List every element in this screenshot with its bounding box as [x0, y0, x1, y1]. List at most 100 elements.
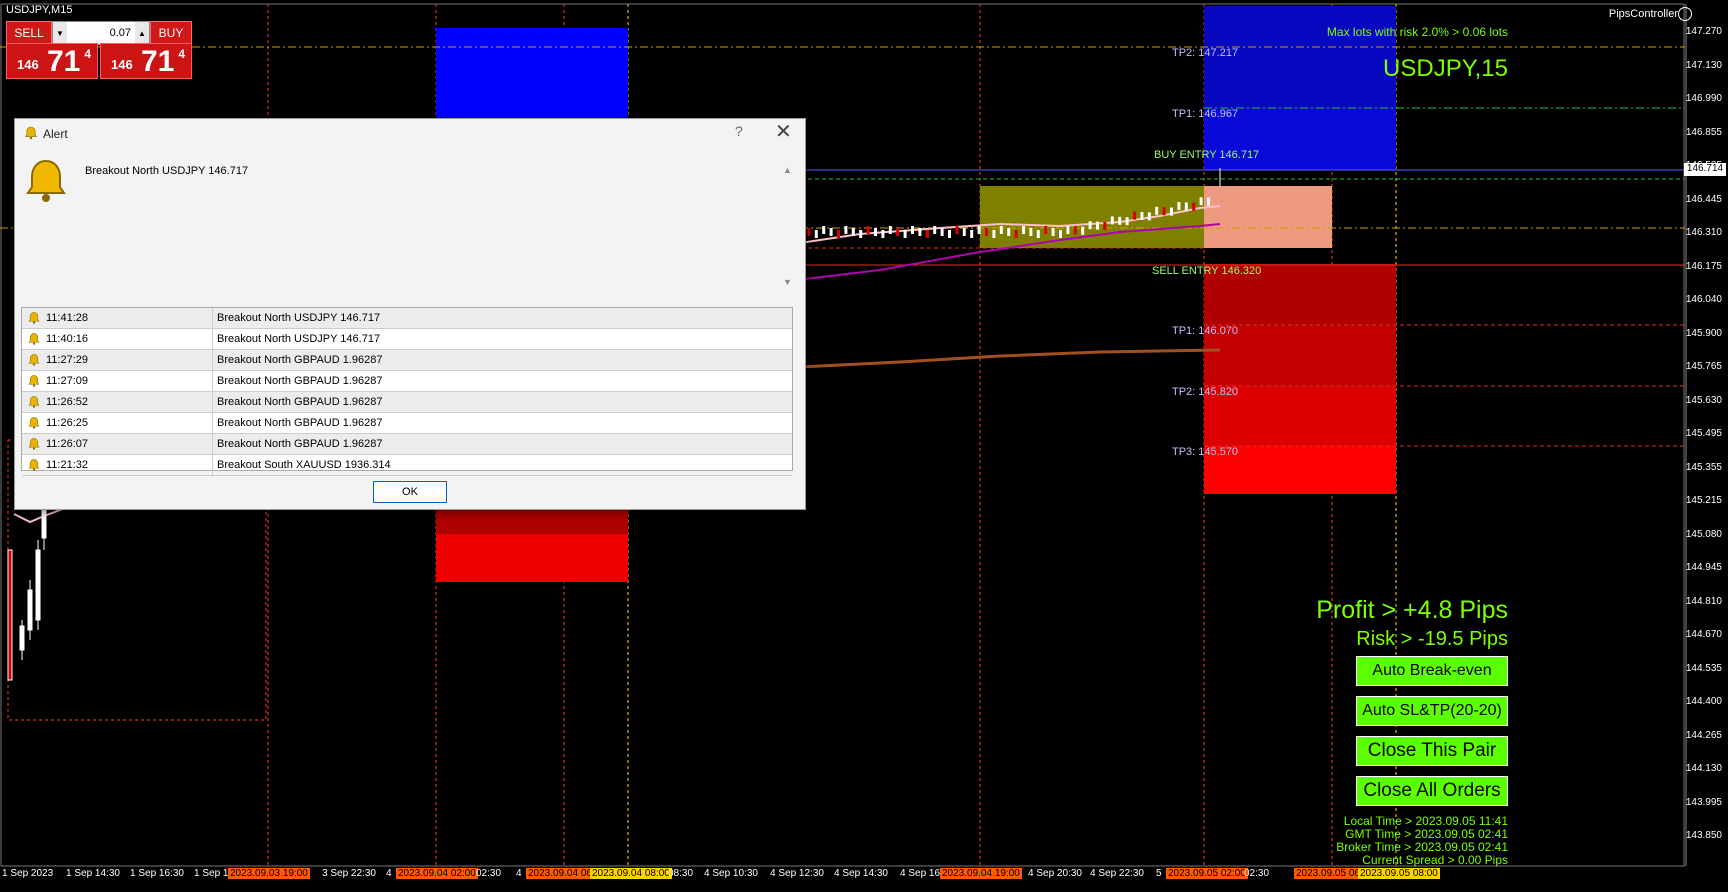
buy-quote-handle: 146	[111, 57, 133, 72]
candle	[807, 228, 811, 236]
alert-time: 11:27:09	[46, 375, 89, 387]
candle	[1059, 230, 1062, 238]
alert-history-row[interactable]: 11:40:16 Breakout North USDJPY 146.717	[22, 329, 792, 350]
candle	[1096, 221, 1099, 230]
bell-icon	[28, 354, 40, 366]
price-tick: 146.445	[1685, 193, 1722, 205]
price-tick: 144.810	[1685, 595, 1722, 607]
bell-icon	[28, 312, 40, 324]
alert-history-row[interactable]: 11:21:32 Breakout South XAUUSD 1936.314	[22, 455, 792, 476]
candle	[1177, 202, 1181, 210]
price-tick: 146.855	[1685, 126, 1722, 138]
alert-history-table: 11:41:28 Breakout North USDJPY 146.717 11:…	[21, 307, 793, 476]
candle	[940, 228, 944, 236]
candle	[999, 226, 1003, 234]
candle	[1140, 212, 1144, 220]
candle	[1155, 206, 1159, 215]
bell-icon	[28, 417, 40, 429]
candle	[1184, 202, 1188, 211]
sell-quote[interactable]: 146 71 4	[6, 43, 98, 79]
candle	[844, 226, 848, 234]
alert-text: Breakout North GBPAUD 1.96287	[217, 438, 383, 450]
candle	[1199, 197, 1203, 206]
price-tick: 145.080	[1685, 528, 1722, 540]
buy-entry-label: BUY ENTRY 146.717	[1154, 149, 1260, 161]
close-button[interactable]: ✕	[775, 119, 792, 144]
alert-history-row[interactable]: 11:26:25 Breakout North GBPAUD 1.96287	[22, 413, 792, 434]
scroll-up-icon[interactable]: ▲	[783, 165, 792, 175]
alert-time: 11:26:07	[46, 438, 89, 450]
candle	[1192, 202, 1196, 211]
candle	[1044, 226, 1048, 234]
old-buy-zone	[436, 28, 628, 118]
close-this-pair-button[interactable]: Close This Pair	[1356, 736, 1508, 766]
candle	[933, 226, 937, 234]
alert-text: Breakout South XAUUSD 1936.314	[217, 459, 391, 471]
lot-size-field[interactable]: ▼ 0.07 ▲	[52, 21, 150, 45]
sell-button[interactable]: SELL	[6, 21, 52, 45]
sell-quote-handle: 146	[17, 57, 39, 72]
close-all-orders-button[interactable]: Close All Orders	[1356, 776, 1508, 806]
candle	[977, 226, 981, 234]
candle	[1147, 212, 1151, 221]
buy-quote-big: 71	[141, 45, 175, 78]
candle	[874, 228, 877, 236]
scroll-down-icon[interactable]: ▼	[783, 277, 792, 287]
alert-history-row[interactable]: 11:27:09 Breakout North GBPAUD 1.96287	[22, 371, 792, 392]
candle	[1007, 228, 1011, 236]
candle	[1066, 226, 1070, 234]
alert-history-row[interactable]: 11:26:07 Breakout North GBPAUD 1.96287	[22, 434, 792, 455]
price-tick: 146.310	[1685, 227, 1722, 238]
alert-history-row[interactable]: 11:27:29 Breakout North GBPAUD 1.96287	[22, 350, 792, 371]
price-tick: 144.945	[1685, 562, 1722, 573]
price-tick: 144.130	[1685, 763, 1722, 774]
auto-sl-tp-button[interactable]: Auto SL&TP(20-20)	[1356, 696, 1508, 726]
tp2-sell-label: TP2: 145.820	[1172, 386, 1239, 398]
candle	[1081, 226, 1085, 235]
alert-text: Breakout North GBPAUD 1.96287	[217, 354, 383, 366]
alert-title: Alert	[43, 127, 68, 141]
alert-time: 11:21:32	[46, 459, 89, 471]
time-tick: 1 Sep 14:30	[66, 868, 120, 879]
ok-button[interactable]: OK	[373, 481, 447, 503]
alert-text: Breakout North GBPAUD 1.96287	[217, 396, 383, 408]
candle	[896, 228, 900, 236]
current-spread: Current Spread > 0.00 Pips	[1362, 853, 1508, 867]
price-tick: 143.850	[1685, 830, 1722, 841]
bell-icon	[28, 459, 40, 471]
price-tick: 147.130	[1685, 59, 1722, 71]
candle	[859, 230, 863, 238]
candle	[1110, 216, 1114, 225]
time-tick: 2023.09.03 19:00	[228, 868, 310, 879]
help-button[interactable]: ?	[735, 123, 743, 139]
buy-button[interactable]: BUY	[150, 21, 192, 45]
lot-decrease-button[interactable]: ▼	[53, 22, 67, 44]
alert-text: Breakout North USDJPY 146.717	[217, 333, 381, 345]
candle	[992, 230, 996, 238]
candle	[814, 230, 818, 238]
bell-icon	[28, 375, 40, 387]
time-tick: 1 Sep 2023	[2, 868, 54, 879]
risk-text: Risk > -19.5 Pips	[1356, 628, 1508, 650]
buy-quote[interactable]: 146 71 4	[100, 43, 192, 79]
time-tick: 4 Sep 14:30	[834, 868, 888, 879]
alert-history-row[interactable]: 11:26:52 Breakout North GBPAUD 1.96287	[22, 392, 792, 413]
time-tick: 2023.09.05 06	[1294, 868, 1362, 879]
lot-increase-button[interactable]: ▲	[135, 22, 149, 44]
chart-symbol-title: USDJPY,M15	[6, 4, 73, 16]
time-tick: 4 Sep 12:30	[770, 868, 824, 879]
candle	[1088, 221, 1092, 230]
candle	[881, 230, 885, 238]
price-tick: 146.040	[1685, 294, 1722, 305]
alert-history-row[interactable]: 11:41:28 Breakout North USDJPY 146.717	[22, 308, 792, 329]
candle	[1207, 197, 1210, 206]
time-tick: 4 Sep 20:30	[1028, 868, 1082, 879]
alert-message: Breakout North USDJPY 146.717	[85, 165, 249, 177]
price-tick: 145.355	[1685, 461, 1722, 473]
candle	[1014, 230, 1018, 238]
local-time: Local Time > 2023.09.05 11:41	[1343, 814, 1508, 828]
price-tick: 144.670	[1685, 629, 1722, 640]
time-tick: 4	[386, 868, 392, 879]
auto-break-even-button[interactable]: Auto Break-even	[1356, 656, 1508, 686]
lot-value[interactable]: 0.07	[67, 27, 135, 39]
